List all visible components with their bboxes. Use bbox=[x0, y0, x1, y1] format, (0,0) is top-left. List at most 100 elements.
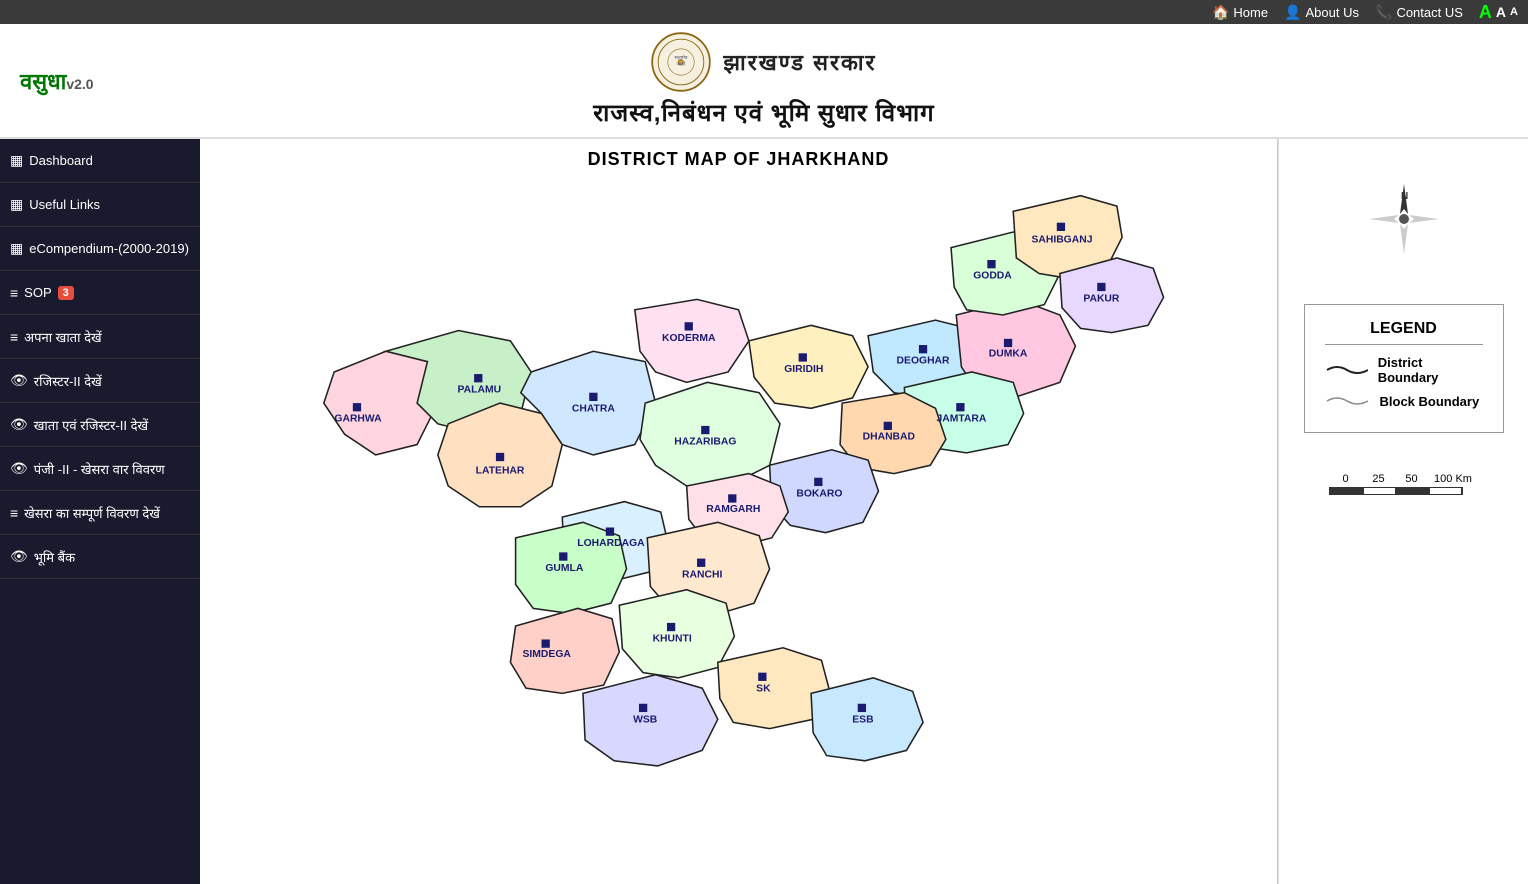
top-nav: 🏠 Home 👤 About Us 📞 Contact US A A A bbox=[0, 0, 1528, 24]
legend-item-block: Block Boundary bbox=[1325, 393, 1483, 409]
contact-icon: 📞 bbox=[1375, 4, 1392, 21]
svg-text:GARHWA: GARHWA bbox=[334, 414, 382, 425]
scale-0: 0 bbox=[1329, 473, 1362, 485]
map-container: GARHWA PALAMU LATEHAR CHATRA KODERMA HAZ… bbox=[200, 175, 1277, 880]
contact-nav-label: Contact US bbox=[1396, 5, 1462, 20]
scale-bar: 0 25 50 100 Km bbox=[1329, 473, 1478, 495]
scale-seg-1 bbox=[1330, 488, 1363, 494]
sidebar-item-sop[interactable]: ≡ SOP 3 bbox=[0, 271, 200, 315]
district-boundary-icon bbox=[1325, 362, 1368, 378]
sop-icon: ≡ bbox=[10, 285, 18, 301]
sidebar-item-panjii[interactable]: 👁 पंजी -II - खेसरा वार विवरण bbox=[0, 447, 200, 491]
apna-khata-icon: ≡ bbox=[10, 329, 18, 345]
font-size-controls: A A A bbox=[1479, 2, 1518, 23]
svg-text:LATEHAR: LATEHAR bbox=[476, 466, 525, 477]
legend-district-label: District Boundary bbox=[1378, 355, 1483, 385]
svg-text:RAMGARH: RAMGARH bbox=[706, 504, 760, 515]
block-boundary-icon bbox=[1325, 393, 1370, 409]
compass-area: N bbox=[1364, 179, 1444, 264]
legend-panel: N LEGEND District Boundary Block Boundar… bbox=[1278, 139, 1528, 884]
svg-text:SIMDEGA: SIMDEGA bbox=[523, 649, 572, 660]
sidebar-item-apna-khata[interactable]: ≡ अपना खाता देखें bbox=[0, 315, 200, 359]
map-title: DISTRICT MAP OF JHARKHAND bbox=[200, 139, 1277, 175]
scale-25: 25 bbox=[1362, 473, 1395, 485]
sidebar-label-bhumi-bank: भूमि बैंक bbox=[34, 548, 75, 566]
svg-text:DUMKA: DUMKA bbox=[989, 348, 1028, 359]
home-icon: 🏠 bbox=[1212, 4, 1229, 21]
header-subtitle: राजस्व,निबंधन एवं भूमि सुधार विभाग bbox=[593, 96, 934, 129]
sidebar-label-ecompendium: eCompendium-(2000-2019) bbox=[29, 241, 189, 256]
about-nav-item[interactable]: 👤 About Us bbox=[1284, 4, 1359, 21]
scale-100: 100 Km bbox=[1428, 473, 1478, 485]
legend-box: LEGEND District Boundary Block Boundary bbox=[1304, 304, 1504, 433]
svg-text:GIRIDIH: GIRIDIH bbox=[784, 364, 823, 375]
svg-text:PAKUR: PAKUR bbox=[1083, 293, 1120, 304]
svg-text:PALAMU: PALAMU bbox=[458, 385, 502, 396]
header: वसुधाv2.0 🦁 सत्यमेव जयते झारखण्ड सरकार र… bbox=[0, 24, 1528, 139]
svg-text:SK: SK bbox=[756, 683, 771, 694]
sidebar-item-ecompendium[interactable]: ▦ eCompendium-(2000-2019) bbox=[0, 227, 200, 271]
svg-text:KODERMA: KODERMA bbox=[662, 333, 716, 344]
legend-title: LEGEND bbox=[1325, 320, 1483, 345]
svg-text:CHATRA: CHATRA bbox=[572, 403, 615, 414]
jharkhand-title: झारखण्ड सरकार bbox=[723, 47, 876, 77]
legend-block-label: Block Boundary bbox=[1380, 394, 1480, 409]
svg-text:LOHARDAGA: LOHARDAGA bbox=[577, 538, 645, 549]
contact-nav-item[interactable]: 📞 Contact US bbox=[1375, 4, 1463, 21]
header-top-row: 🦁 सत्यमेव जयते झारखण्ड सरकार bbox=[651, 32, 876, 92]
sidebar-label-khata-register: खाता एवं रजिस्टर-II देखें bbox=[34, 416, 148, 434]
svg-text:GODDA: GODDA bbox=[973, 271, 1012, 282]
scale-seg-4 bbox=[1429, 488, 1462, 494]
about-icon: 👤 bbox=[1284, 4, 1301, 21]
svg-text:WSB: WSB bbox=[633, 714, 658, 725]
font-default-button[interactable]: A bbox=[1496, 4, 1506, 20]
scale-seg-2 bbox=[1363, 488, 1396, 494]
about-nav-label: About Us bbox=[1306, 5, 1359, 20]
svg-text:BOKARO: BOKARO bbox=[796, 488, 842, 499]
panjii-icon: 👁 bbox=[10, 460, 28, 477]
home-nav-item[interactable]: 🏠 Home bbox=[1212, 4, 1268, 21]
scale-50: 50 bbox=[1395, 473, 1428, 485]
svg-text:KHUNTI: KHUNTI bbox=[653, 634, 692, 645]
svg-text:DHANBAD: DHANBAD bbox=[863, 431, 916, 442]
scale-seg-3 bbox=[1396, 488, 1429, 494]
useful-links-icon: ▦ bbox=[10, 196, 23, 213]
bhumi-bank-icon: 👁 bbox=[10, 548, 28, 565]
ecompendium-icon: ▦ bbox=[10, 240, 23, 257]
font-decrease-button[interactable]: A bbox=[1510, 6, 1518, 18]
svg-text:ESB: ESB bbox=[852, 714, 874, 725]
brand-version: v2.0 bbox=[66, 76, 93, 92]
sidebar-item-register-ii[interactable]: 👁 रजिस्टर-II देखें bbox=[0, 359, 200, 403]
sidebar-label-dashboard: Dashboard bbox=[29, 153, 93, 168]
jharkhand-svg-map: GARHWA PALAMU LATEHAR CHATRA KODERMA HAZ… bbox=[200, 175, 1277, 880]
dashboard-icon: ▦ bbox=[10, 152, 23, 169]
sidebar-item-khata-register[interactable]: 👁 खाता एवं रजिस्टर-II देखें bbox=[0, 403, 200, 447]
sop-badge: 3 bbox=[58, 286, 74, 300]
sidebar-item-khesra-full[interactable]: ≡ खेसरा का सम्पूर्ण विवरण देखें bbox=[0, 491, 200, 535]
sidebar-label-khesra-full: खेसरा का सम्पूर्ण विवरण देखें bbox=[24, 504, 160, 522]
emblem-icon: 🦁 सत्यमेव जयते bbox=[651, 32, 711, 92]
svg-text:RANCHI: RANCHI bbox=[682, 569, 722, 580]
compass-icon: N bbox=[1364, 179, 1444, 259]
brand-name: वसुधा bbox=[20, 69, 66, 94]
main-layout: ▦ Dashboard ▦ Useful Links ▦ eCompendium… bbox=[0, 139, 1528, 884]
sidebar-label-useful-links: Useful Links bbox=[29, 197, 100, 212]
svg-text:DEOGHAR: DEOGHAR bbox=[897, 356, 950, 367]
brand-logo: वसुधाv2.0 bbox=[20, 66, 94, 96]
sidebar-item-bhumi-bank[interactable]: 👁 भूमि बैंक bbox=[0, 535, 200, 579]
sidebar: ▦ Dashboard ▦ Useful Links ▦ eCompendium… bbox=[0, 139, 200, 884]
sidebar-item-useful-links[interactable]: ▦ Useful Links bbox=[0, 183, 200, 227]
svg-text:HAZARIBAG: HAZARIBAG bbox=[674, 437, 736, 448]
sidebar-item-dashboard[interactable]: ▦ Dashboard bbox=[0, 139, 200, 183]
font-increase-button[interactable]: A bbox=[1479, 2, 1492, 23]
map-area: DISTRICT MAP OF JHARKHAND bbox=[200, 139, 1278, 884]
home-nav-label: Home bbox=[1233, 5, 1268, 20]
khesra-full-icon: ≡ bbox=[10, 505, 18, 521]
header-logo-area: 🦁 सत्यमेव जयते झारखण्ड सरकार राजस्व,निबं… bbox=[593, 32, 934, 129]
scale-labels: 0 25 50 100 Km bbox=[1329, 473, 1478, 485]
svg-text:SAHIBGANJ: SAHIBGANJ bbox=[1031, 234, 1092, 245]
legend-item-district: District Boundary bbox=[1325, 355, 1483, 385]
svg-text:GUMLA: GUMLA bbox=[545, 563, 583, 574]
sidebar-label-register-ii: रजिस्टर-II देखें bbox=[34, 372, 102, 390]
sidebar-label-panjii: पंजी -II - खेसरा वार विवरण bbox=[34, 460, 165, 478]
